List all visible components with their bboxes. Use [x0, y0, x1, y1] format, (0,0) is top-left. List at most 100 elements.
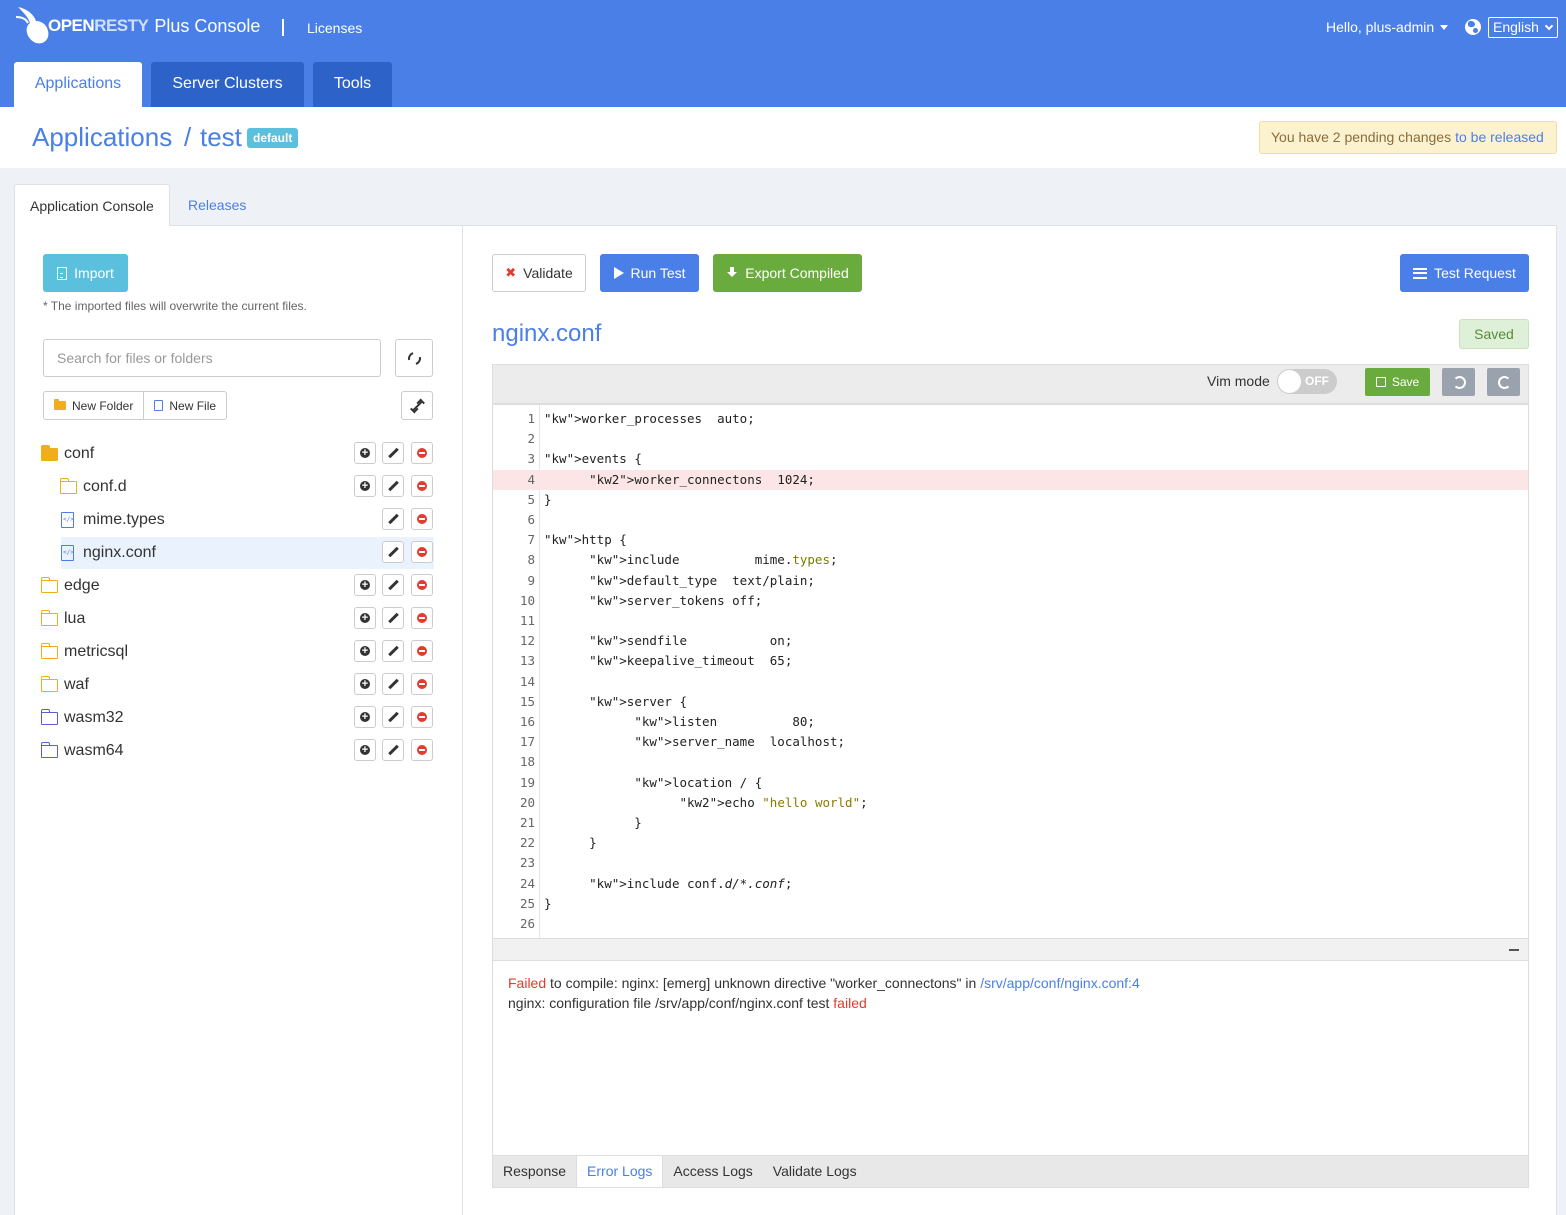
tree-item-mime-types[interactable]: mime.types: [61, 504, 434, 536]
run-test-button[interactable]: Run Test: [600, 254, 699, 292]
delete-icon[interactable]: [411, 508, 433, 530]
minimize-icon[interactable]: [1509, 949, 1519, 951]
undo-button[interactable]: [1442, 368, 1475, 396]
delete-icon[interactable]: [411, 442, 433, 464]
delete-icon[interactable]: [411, 475, 433, 497]
edit-icon[interactable]: [382, 640, 404, 662]
delete-icon[interactable]: [411, 541, 433, 563]
import-label: Import: [74, 265, 114, 281]
line-number: 22: [519, 835, 535, 851]
close-icon: ✖: [505, 265, 517, 280]
tree-item-label: conf: [64, 445, 95, 462]
delete-icon[interactable]: [411, 739, 433, 761]
to-be-released-link[interactable]: to be released: [1455, 129, 1544, 145]
expand-icon: [412, 400, 423, 412]
user-menu[interactable]: Hello, plus-admin: [1326, 19, 1449, 35]
line-number: 17: [519, 734, 535, 750]
delete-icon[interactable]: [411, 640, 433, 662]
delete-icon[interactable]: [411, 607, 433, 629]
edit-icon[interactable]: [382, 607, 404, 629]
language-select[interactable]: English: [1488, 17, 1558, 38]
code-line: 4 "kw2">worker_connectons 1024;: [493, 469, 1528, 490]
expand-button[interactable]: [401, 391, 433, 420]
export-compiled-button[interactable]: Export Compiled: [713, 254, 862, 292]
logo[interactable]: OPENRESTY Plus Console: [14, 0, 260, 52]
code-line: 17 "kw">server_name localhost;: [493, 732, 1528, 752]
logo-text-resty: RESTY: [94, 16, 149, 35]
add-icon[interactable]: [354, 739, 376, 761]
import-note: * The imported files will overwrite the …: [43, 299, 307, 313]
tree-item-lua[interactable]: lua: [40, 603, 434, 635]
folder-icon: [40, 675, 58, 692]
delete-icon[interactable]: [411, 706, 433, 728]
save-label: Save: [1391, 375, 1420, 389]
add-icon[interactable]: [354, 607, 376, 629]
delete-icon[interactable]: [411, 673, 433, 695]
edit-icon[interactable]: [382, 508, 404, 530]
add-icon[interactable]: [354, 475, 376, 497]
file-search-input[interactable]: [43, 339, 381, 377]
file-icon: [154, 400, 164, 411]
tab-applications[interactable]: Applications: [14, 62, 142, 107]
tab-access-logs[interactable]: Access Logs: [663, 1156, 762, 1187]
tab-error-logs[interactable]: Error Logs: [576, 1156, 664, 1187]
tree-item-label: wasm64: [64, 742, 124, 759]
tab-server-clusters[interactable]: Server Clusters: [151, 62, 304, 107]
panel-divider: [462, 226, 463, 1215]
add-icon[interactable]: [354, 442, 376, 464]
language-value: English: [1493, 19, 1539, 35]
breadcrumb-applications[interactable]: Applications: [32, 122, 172, 153]
tab-response[interactable]: Response: [493, 1156, 576, 1187]
vim-mode-toggle[interactable]: OFF: [1277, 369, 1337, 394]
import-button[interactable]: Import: [43, 254, 128, 292]
log-line: Failed to compile: nginx: [emerg] unknow…: [508, 973, 1513, 993]
edit-icon[interactable]: [382, 739, 404, 761]
default-badge: default: [247, 128, 299, 148]
delete-icon[interactable]: [411, 574, 433, 596]
licenses-link[interactable]: Licenses: [307, 20, 362, 36]
code-line: 20 "kw2">echo "hello world";: [493, 793, 1528, 813]
edit-icon[interactable]: [382, 706, 404, 728]
tree-item-metricsql[interactable]: metricsql: [40, 636, 434, 668]
code-line: 19 "kw">location / {: [493, 773, 1528, 793]
edit-icon[interactable]: [382, 541, 404, 563]
code-line: 5}: [493, 490, 1528, 510]
folder-icon: [40, 708, 58, 725]
edit-icon[interactable]: [382, 475, 404, 497]
redo-button[interactable]: [1487, 368, 1520, 396]
tree-item-edge[interactable]: edge: [40, 570, 434, 602]
test-request-button[interactable]: Test Request: [1400, 254, 1529, 292]
code-line: 22 }: [493, 833, 1528, 853]
edit-icon[interactable]: [382, 442, 404, 464]
tab-tools[interactable]: Tools: [313, 62, 392, 107]
validate-button[interactable]: ✖ Validate: [492, 254, 586, 292]
line-number: 25: [519, 895, 535, 911]
tab-releases[interactable]: Releases: [173, 184, 261, 226]
add-icon[interactable]: [354, 706, 376, 728]
tree-item-wasm64[interactable]: wasm64: [40, 735, 434, 767]
line-number: 18: [519, 754, 535, 770]
log-file-link[interactable]: /srv/app/conf/nginx.conf:4: [980, 975, 1140, 991]
code-editor[interactable]: 1 "kw">worker_processes auto; 2 3 "kw">event…: [492, 403, 1529, 938]
refresh-button[interactable]: [395, 339, 433, 377]
add-icon[interactable]: [354, 673, 376, 695]
code-text: }: [544, 491, 552, 507]
tree-item-wasm32[interactable]: wasm32: [40, 702, 434, 734]
code-line: 7 "kw">http {: [493, 530, 1528, 550]
add-icon[interactable]: [354, 640, 376, 662]
tree-item-conf[interactable]: conf: [40, 438, 434, 470]
tree-item-waf[interactable]: waf: [40, 669, 434, 701]
add-icon[interactable]: [354, 574, 376, 596]
log-status-failed: Failed: [508, 975, 547, 991]
save-button[interactable]: Save: [1365, 368, 1430, 396]
edit-icon[interactable]: [382, 673, 404, 695]
breadcrumb-app-name: test: [200, 122, 242, 152]
new-folder-button[interactable]: New Folder: [44, 392, 143, 419]
edit-icon[interactable]: [382, 574, 404, 596]
tab-validate-logs[interactable]: Validate Logs: [763, 1156, 867, 1187]
new-file-button[interactable]: New File: [143, 392, 226, 419]
tree-item-conf-d[interactable]: conf.d: [59, 471, 434, 503]
tab-application-console[interactable]: Application Console: [14, 184, 170, 226]
tree-item-nginx-conf[interactable]: nginx.conf: [61, 537, 434, 569]
code-text: "kw">worker_processes auto;: [544, 411, 755, 426]
